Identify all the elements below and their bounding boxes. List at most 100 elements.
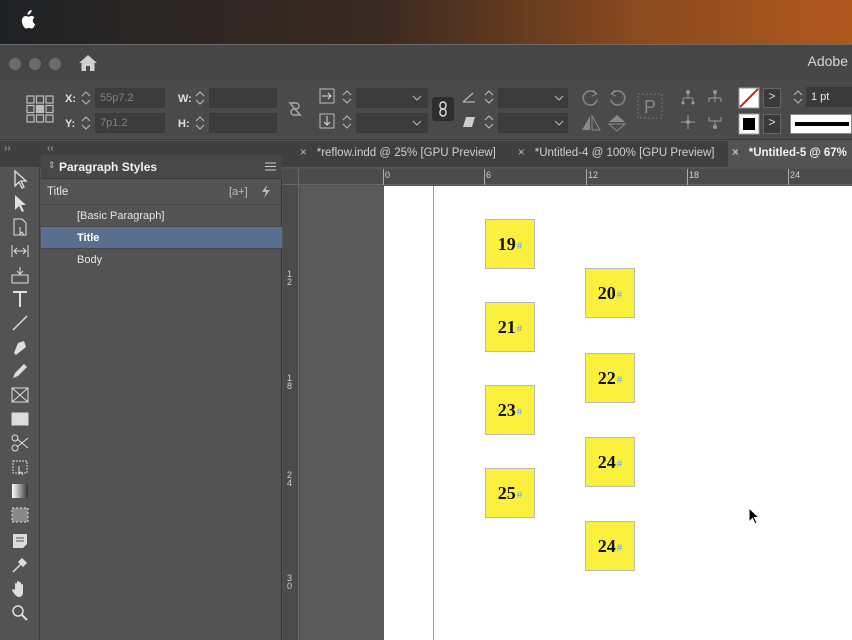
stroke-weight-stepper-icon[interactable]: [792, 88, 804, 106]
document-tab[interactable]: × *Untitled-5 @ 67%: [728, 141, 852, 167]
reference-point-icon[interactable]: [26, 95, 54, 123]
horizontal-ruler[interactable]: [283, 169, 852, 185]
flip-vertical-icon[interactable]: [607, 114, 627, 132]
paragraph-style-item[interactable]: Body: [41, 248, 282, 270]
hand-tool-icon[interactable]: [10, 579, 30, 599]
text-frame[interactable]: 23 #: [485, 385, 535, 435]
constrain-proportions-icon[interactable]: [287, 100, 303, 118]
x-position-field[interactable]: 55p7.2: [95, 88, 165, 108]
close-tab-icon[interactable]: ×: [300, 147, 307, 159]
height-field[interactable]: [209, 113, 277, 133]
paragraph-style-item[interactable]: [Basic Paragraph]: [41, 204, 282, 226]
panel-menu-icon[interactable]: [265, 162, 276, 171]
constrain-scale-button[interactable]: [432, 97, 454, 121]
zoom-tool-icon[interactable]: [10, 603, 30, 623]
x-stepper-icon[interactable]: [80, 89, 92, 107]
close-tab-icon[interactable]: ×: [518, 147, 525, 159]
rotate-clockwise-icon[interactable]: [581, 88, 601, 108]
select-container-icon[interactable]: [680, 89, 696, 105]
pen-tool-icon[interactable]: [10, 337, 30, 357]
tools-panel: [0, 167, 40, 640]
text-frame[interactable]: 21 #: [485, 302, 535, 352]
scale-x-stepper-icon[interactable]: [341, 88, 353, 106]
page-tool-icon[interactable]: [10, 217, 30, 237]
frame-number: 22: [597, 367, 616, 388]
rectangle-tool-icon[interactable]: [10, 409, 30, 429]
shear-stepper-icon[interactable]: [483, 113, 495, 131]
home-icon[interactable]: [78, 54, 98, 72]
zoom-window-button[interactable]: [49, 58, 61, 70]
create-style-button[interactable]: [a+]: [229, 186, 248, 198]
apple-icon[interactable]: [18, 10, 36, 30]
ruler-tick-label: 0: [385, 170, 391, 180]
rectangle-frame-tool-icon[interactable]: [10, 385, 30, 405]
stroke-menu-arrow-icon[interactable]: >: [763, 114, 781, 134]
text-frame[interactable]: 20 #: [585, 268, 635, 318]
rotate-counterclockwise-icon[interactable]: [607, 88, 627, 108]
gradient-swatch-tool-icon[interactable]: [10, 481, 30, 501]
lightning-bolt-icon[interactable]: [261, 185, 271, 198]
h-stepper-icon[interactable]: [194, 114, 206, 132]
ruler-tick: [484, 169, 485, 185]
width-field[interactable]: [209, 88, 277, 108]
close-window-button[interactable]: [9, 58, 21, 70]
select-previous-object-icon[interactable]: [705, 89, 725, 105]
scale-y-stepper-icon[interactable]: [341, 113, 353, 131]
close-tab-icon[interactable]: ×: [732, 147, 739, 159]
chevron-down-icon[interactable]: [412, 119, 422, 127]
collapse-panels-icon[interactable]: ‹‹: [47, 143, 54, 154]
select-content-icon[interactable]: [680, 114, 696, 130]
stroke-weight-field[interactable]: 1 pt: [806, 87, 852, 107]
pencil-tool-icon[interactable]: [10, 361, 30, 381]
document-page[interactable]: [384, 186, 852, 640]
flip-horizontal-icon[interactable]: [581, 114, 601, 132]
indesign-window: Adobe X: 55p7.2 Y: 7p1.2 W: H: P > > 1 p…: [0, 44, 852, 640]
selection-tool-icon[interactable]: [10, 169, 30, 189]
text-frame[interactable]: 19 #: [485, 219, 535, 269]
end-of-story-marker: #: [516, 322, 523, 335]
vertical-ruler[interactable]: [283, 185, 299, 640]
content-collector-tool-icon[interactable]: [10, 265, 30, 285]
pasteboard[interactable]: [300, 186, 384, 640]
type-tool-icon[interactable]: [10, 289, 30, 309]
note-tool-icon[interactable]: [10, 531, 30, 551]
panel-stepper-icon[interactable]: ⇕: [48, 160, 56, 171]
select-next-object-icon[interactable]: [705, 114, 725, 130]
text-frame[interactable]: 25 #: [485, 468, 535, 518]
control-bar: X: 55p7.2 Y: 7p1.2 W: H: P > > 1 pt: [0, 80, 852, 140]
paragraph-style-item[interactable]: Title: [41, 226, 282, 248]
eyedropper-tool-icon[interactable]: [10, 555, 30, 575]
paragraph-styles-panel-header[interactable]: ⇕ Paragraph Styles: [41, 155, 282, 179]
gap-tool-icon[interactable]: [10, 241, 30, 261]
stroke-swatch-icon[interactable]: [738, 113, 760, 135]
document-tab[interactable]: × *Untitled-4 @ 100% [GPU Preview]: [514, 141, 726, 167]
ruler-origin[interactable]: [283, 169, 299, 185]
y-position-field[interactable]: 7p1.2: [95, 113, 165, 133]
object-position-p-icon[interactable]: P: [636, 92, 664, 120]
text-frame[interactable]: 24 #: [585, 437, 635, 487]
text-frame[interactable]: 22 #: [585, 353, 635, 403]
document-tab[interactable]: × *reflow.indd @ 25% [GPU Preview]: [296, 141, 506, 167]
fill-menu-arrow-icon[interactable]: >: [763, 88, 781, 108]
chevron-down-icon[interactable]: [412, 94, 422, 102]
y-stepper-icon[interactable]: [80, 114, 92, 132]
free-transform-tool-icon[interactable]: [10, 457, 30, 477]
expand-panels-icon[interactable]: ››: [4, 143, 11, 154]
paragraph-styles-title: Paragraph Styles: [59, 160, 158, 174]
w-stepper-icon[interactable]: [194, 89, 206, 107]
scale-y-icon[interactable]: [319, 113, 335, 129]
rotation-stepper-icon[interactable]: [483, 88, 495, 106]
scissors-tool-icon[interactable]: [10, 433, 30, 453]
frame-number: 20: [597, 282, 616, 303]
stroke-type-dropdown[interactable]: [790, 114, 852, 134]
scale-x-icon[interactable]: [319, 88, 335, 104]
chevron-down-icon[interactable]: [554, 119, 564, 127]
fill-none-swatch-icon[interactable]: [738, 87, 760, 109]
gradient-feather-tool-icon[interactable]: [10, 505, 30, 525]
line-tool-icon[interactable]: [10, 313, 30, 333]
text-frame[interactable]: 24 #: [585, 521, 635, 571]
frame-number: 25: [497, 482, 516, 503]
chevron-down-icon[interactable]: [554, 94, 564, 102]
minimize-window-button[interactable]: [29, 58, 41, 70]
direct-selection-tool-icon[interactable]: [10, 193, 30, 213]
